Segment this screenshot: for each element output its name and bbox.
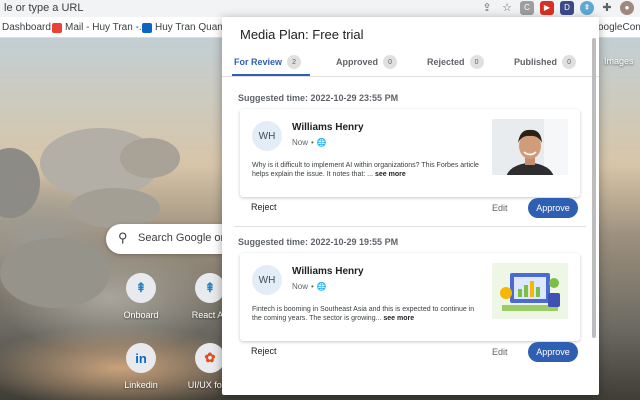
post-card: WH Williams Henry Now • 🌐 Why is it diffi… xyxy=(240,109,580,197)
search-icon: ⚲ xyxy=(118,230,128,245)
extension-c-icon[interactable]: C xyxy=(520,1,534,15)
rock-decoration xyxy=(70,188,160,228)
share-icon[interactable]: ⇪ xyxy=(480,1,494,15)
rock-decoration xyxy=(120,138,180,178)
avatar: WH xyxy=(252,121,282,151)
bookmark-dashboard[interactable]: Dashboard xyxy=(2,22,51,33)
toolbar-icons: ⇪ ☆ C ▶ D ⇞ ✚ ● xyxy=(480,1,634,15)
shortcut-onboard[interactable]: ⇞ Onboard xyxy=(101,273,181,320)
tab-rejected[interactable]: Rejected 0 xyxy=(427,55,484,69)
post-text: Fintech is booming in Southeast Asia and… xyxy=(252,306,475,322)
react-icon: ⇞ xyxy=(195,273,225,303)
extension-mediaplan-icon[interactable]: ⇞ xyxy=(580,1,594,15)
post-card: WH Williams Henry Now • 🌐 Fintech is boom… xyxy=(240,253,580,341)
puzzle-icon[interactable]: ✚ xyxy=(600,1,614,15)
linkedin-icon: in xyxy=(126,343,156,373)
extension-d-icon[interactable]: D xyxy=(560,1,574,15)
post-text: Why is it difficult to implement AI with… xyxy=(252,162,479,178)
globe-icon: 🌐 xyxy=(316,138,327,147)
suggested-time: Suggested time: 2022-10-29 23:55 PM xyxy=(238,93,399,103)
bookmark-mail[interactable]: Mail - Huy Tran -... xyxy=(52,22,147,33)
globe-icon: 🌐 xyxy=(316,282,327,291)
tab-published[interactable]: Published 0 xyxy=(514,55,577,69)
edit-button[interactable]: Edit xyxy=(492,347,508,357)
post-time: Now • 🌐 xyxy=(292,282,327,291)
reject-button[interactable]: Reject xyxy=(251,346,277,356)
extension-red-icon[interactable]: ▶ xyxy=(540,1,554,15)
suggested-time: Suggested time: 2022-10-29 19:55 PM xyxy=(238,237,399,247)
divider xyxy=(234,226,586,227)
media-plan-popup: Media Plan: Free trial For Review 2 Appr… xyxy=(222,17,599,395)
count-badge: 0 xyxy=(469,55,484,69)
post-image-portrait xyxy=(492,119,568,175)
onboard-icon: ⇞ xyxy=(126,273,156,303)
tab-approved[interactable]: Approved 0 xyxy=(336,55,398,69)
approve-button[interactable]: Approve xyxy=(528,342,578,362)
active-tab-indicator xyxy=(232,74,310,76)
see-more-link[interactable]: see more xyxy=(375,171,406,178)
tab-for-review[interactable]: For Review 2 xyxy=(234,55,302,69)
omnibox-text[interactable]: le or type a URL xyxy=(4,2,83,14)
bookmark-google-console[interactable]: oogleConso xyxy=(598,22,640,33)
author-name: Williams Henry xyxy=(292,122,364,133)
author-name: Williams Henry xyxy=(292,266,364,277)
reject-button[interactable]: Reject xyxy=(251,202,277,212)
omnibox[interactable]: le or type a URL ⇪ ☆ C ▶ D ⇞ ✚ ● xyxy=(0,0,640,17)
approve-button[interactable]: Approve xyxy=(528,198,578,218)
edit-button[interactable]: Edit xyxy=(492,203,508,213)
rock-decoration xyxy=(0,148,40,218)
avatar: WH xyxy=(252,265,282,295)
star-icon[interactable]: ☆ xyxy=(500,1,514,15)
figma-icon: ✿ xyxy=(195,343,225,373)
post-image-fintech xyxy=(492,263,568,319)
profile-icon[interactable]: ● xyxy=(620,1,634,15)
popup-title: Media Plan: Free trial xyxy=(240,27,364,42)
images-link[interactable]: Images xyxy=(604,56,634,66)
count-badge: 0 xyxy=(383,55,398,69)
shortcut-linkedin[interactable]: in Linkedin xyxy=(101,343,181,390)
linkedin-icon xyxy=(142,22,152,33)
rock-decoration xyxy=(0,238,110,308)
gmail-icon xyxy=(52,22,62,33)
see-more-link[interactable]: see more xyxy=(383,315,414,322)
count-badge: 2 xyxy=(287,55,302,69)
count-badge: 0 xyxy=(562,55,577,69)
post-time: Now • 🌐 xyxy=(292,138,327,147)
popup-scrollbar[interactable] xyxy=(592,38,596,338)
status-tabs: For Review 2 Approved 0 Rejected 0 Publi… xyxy=(222,51,599,77)
